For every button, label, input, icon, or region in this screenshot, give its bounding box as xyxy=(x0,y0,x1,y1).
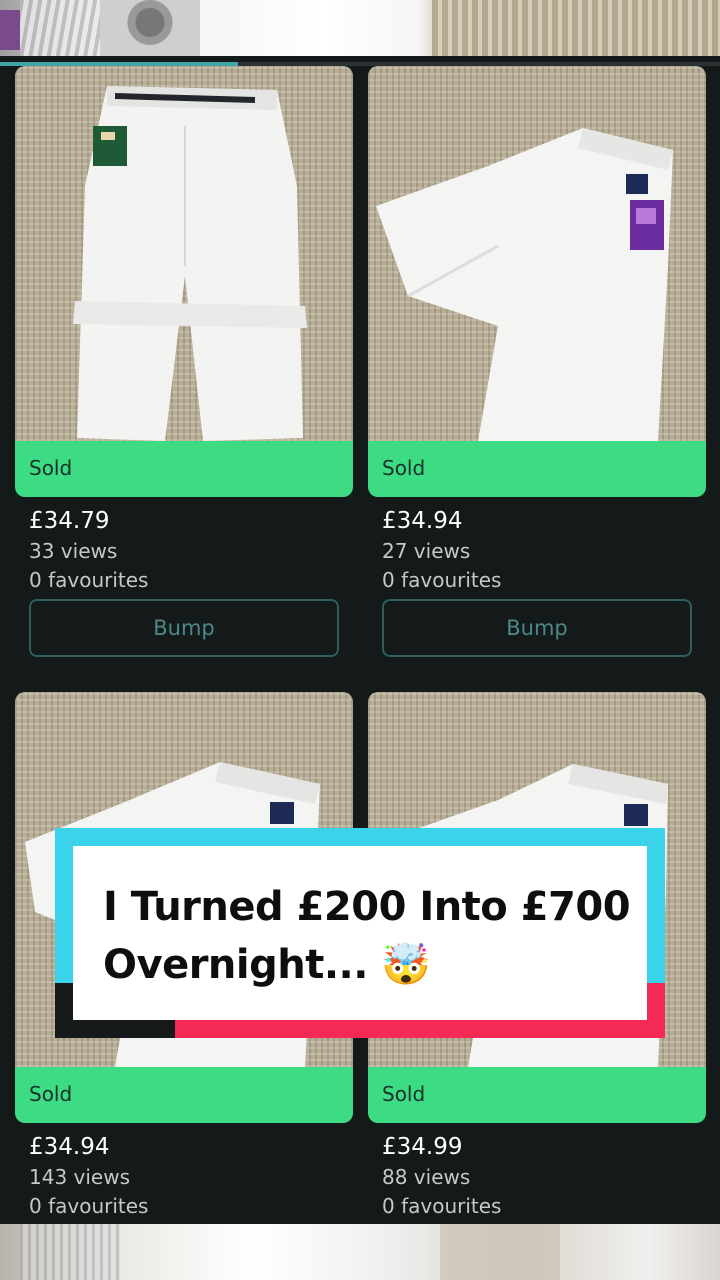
video-background-bottom xyxy=(0,1224,720,1280)
listing-favourites: 0 favourites xyxy=(29,568,149,592)
listing-price: £34.94 xyxy=(382,508,463,534)
listing-views: 143 views xyxy=(29,1165,131,1189)
listing-favourites: 0 favourites xyxy=(382,568,502,592)
caption-line-1: I Turned £200 Into £700 xyxy=(103,884,631,930)
listing-photo[interactable] xyxy=(368,66,706,441)
listing-price: £34.79 xyxy=(29,508,110,534)
video-caption-overlay: I Turned £200 Into £700 Overnight... 🤯 xyxy=(55,828,665,1038)
caption-text: I Turned £200 Into £700 Overnight... 🤯 xyxy=(103,878,663,994)
sold-status: Sold xyxy=(368,1067,706,1123)
sold-status: Sold xyxy=(15,441,353,497)
listing-price: £34.94 xyxy=(29,1134,110,1160)
listing-photo[interactable] xyxy=(15,66,353,441)
listing-views: 88 views xyxy=(382,1165,471,1189)
listing-favourites: 0 favourites xyxy=(382,1194,502,1218)
listing-price: £34.99 xyxy=(382,1134,463,1160)
trousers-image xyxy=(73,86,307,441)
sold-status: Sold xyxy=(15,1067,353,1123)
video-background-top xyxy=(0,0,720,56)
trousers-image xyxy=(376,128,673,441)
bump-button[interactable]: Bump xyxy=(29,599,339,657)
bump-button[interactable]: Bump xyxy=(382,599,692,657)
listing-favourites: 0 favourites xyxy=(29,1194,149,1218)
caption-line-2: Overnight... 🤯 xyxy=(103,942,431,988)
sold-status: Sold xyxy=(368,441,706,497)
listing-views: 27 views xyxy=(382,539,471,563)
listing-views: 33 views xyxy=(29,539,118,563)
app-screen: Sold £34.79 33 views 0 favourites Bump S… xyxy=(0,56,720,1224)
